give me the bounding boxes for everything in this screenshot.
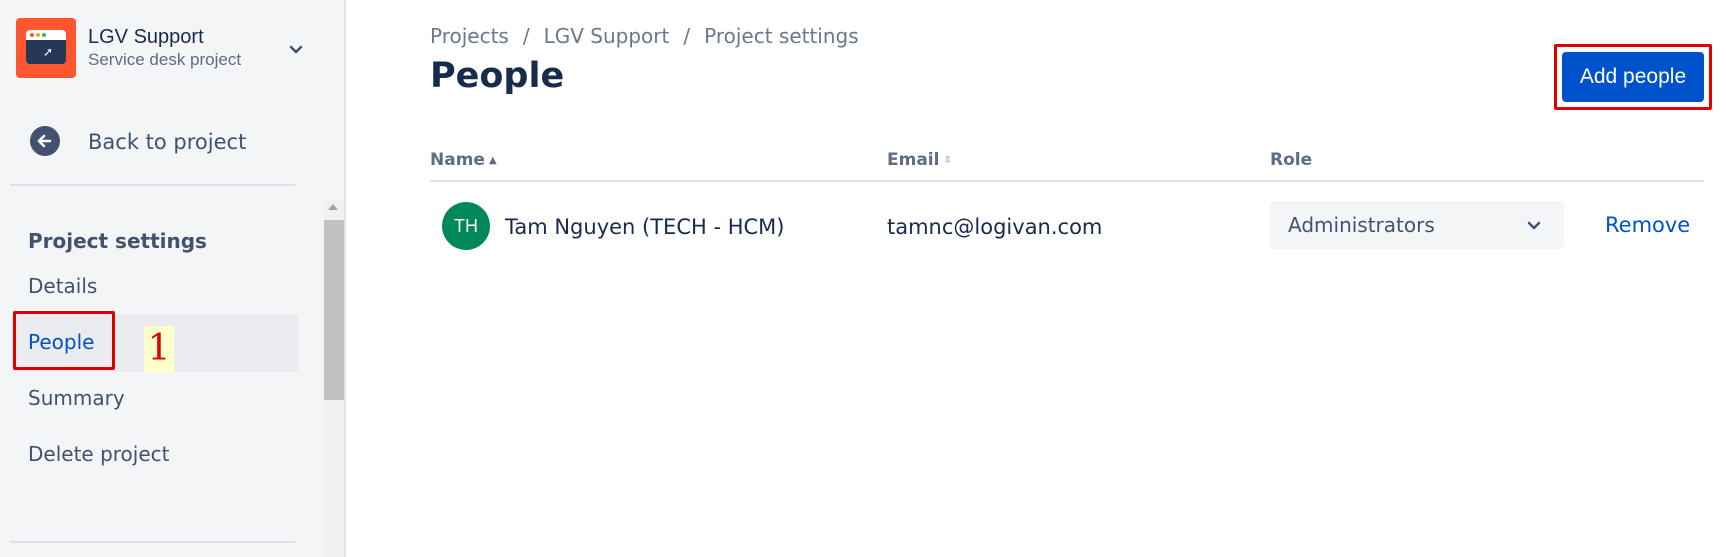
back-to-project-label: Back to project	[88, 130, 247, 154]
add-people-button[interactable]: Add people	[1562, 52, 1704, 102]
sidebar-divider	[10, 541, 295, 543]
breadcrumb: Projects / LGV Support / Project settings	[430, 24, 859, 48]
breadcrumb-project-settings[interactable]: Project settings	[704, 24, 859, 48]
sidebar-divider	[10, 184, 295, 186]
column-header-role: Role	[1270, 150, 1312, 170]
remove-user-link[interactable]: Remove	[1605, 213, 1690, 237]
arrow-left-icon	[30, 126, 60, 156]
annotation-step-number: 1	[144, 326, 174, 372]
sidebar-item-label: Details	[28, 274, 98, 298]
sidebar: ➚ LGV Support Service desk project Back …	[0, 0, 346, 557]
project-switcher[interactable]: ➚ LGV Support Service desk project	[16, 18, 316, 78]
column-header-email-label: Email	[887, 150, 940, 170]
column-header-role-label: Role	[1270, 150, 1313, 170]
scroll-up-arrow-icon[interactable]	[328, 204, 338, 210]
sidebar-item-summary[interactable]: Summary	[14, 370, 298, 428]
breadcrumb-projects[interactable]: Projects	[430, 24, 509, 48]
sidebar-item-delete-project[interactable]: Delete project	[14, 426, 298, 484]
breadcrumb-separator: /	[683, 24, 691, 48]
scrollbar-thumb[interactable]	[324, 220, 344, 400]
project-type: Service desk project	[88, 50, 242, 69]
sort-icon: ⇕	[943, 154, 952, 166]
sidebar-item-label: Summary	[28, 386, 125, 410]
avatar: TH	[442, 202, 490, 250]
breadcrumb-project[interactable]: LGV Support	[544, 24, 670, 48]
sidebar-item-details[interactable]: Details	[14, 258, 298, 316]
back-to-project-link[interactable]: Back to project	[30, 125, 300, 161]
sidebar-item-label: Delete project	[28, 442, 170, 466]
sidebar-section-title: Project settings	[28, 229, 207, 253]
role-select-value: Administrators	[1288, 213, 1435, 237]
chevron-down-icon	[1527, 221, 1541, 230]
sort-ascending-icon: ▲	[488, 154, 497, 166]
table-header-divider	[430, 180, 1704, 182]
column-header-email[interactable]: Email ⇕	[887, 150, 952, 170]
user-name: Tam Nguyen (TECH - HCM)	[505, 215, 785, 239]
project-name: LGV Support	[88, 26, 204, 48]
project-avatar-icon: ➚	[16, 18, 76, 78]
column-header-name-label: Name	[430, 150, 485, 170]
annotation-highlight-people	[13, 311, 115, 370]
page-title: People	[430, 56, 565, 96]
breadcrumb-separator: /	[522, 24, 530, 48]
user-email: tamnc@logivan.com	[887, 215, 1103, 239]
sidebar-scrollbar[interactable]	[323, 200, 344, 557]
role-select[interactable]: Administrators	[1270, 201, 1564, 249]
chevron-down-icon[interactable]	[284, 38, 308, 62]
column-header-name[interactable]: Name ▲	[430, 150, 497, 170]
